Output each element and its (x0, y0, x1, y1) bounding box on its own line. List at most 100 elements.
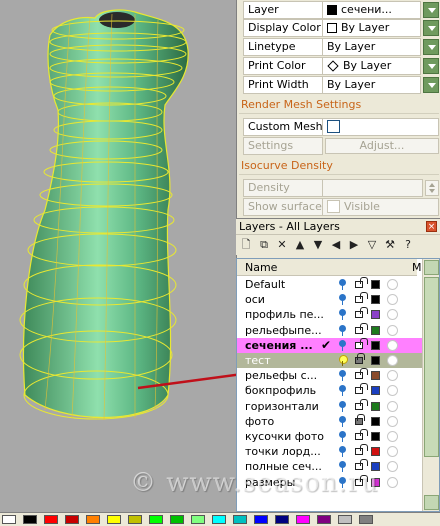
header-name[interactable]: Name (245, 261, 277, 274)
palette-swatch[interactable] (338, 515, 352, 524)
lock-icon[interactable] (355, 413, 365, 425)
chevron-down-icon[interactable] (423, 38, 439, 55)
adjust-button[interactable]: Adjust... (325, 137, 439, 154)
palette-swatch[interactable] (107, 515, 121, 524)
palette-swatch[interactable] (170, 515, 184, 524)
layer-color-swatch[interactable] (371, 371, 380, 381)
palette-swatch[interactable] (149, 515, 163, 524)
layer-row[interactable]: рельефыпе... (237, 322, 423, 338)
palette-swatch[interactable] (233, 515, 247, 524)
layer-color-swatch[interactable] (371, 447, 380, 457)
palette-swatch[interactable] (317, 515, 331, 524)
layer-row[interactable]: сечения ... ✔ (237, 337, 423, 353)
move-up-icon[interactable]: ▲ (294, 238, 306, 252)
visibility-bulb-icon[interactable] (339, 370, 346, 382)
print-color-circle[interactable] (387, 355, 398, 366)
palette-swatch[interactable] (44, 515, 58, 524)
prop-linetype-value[interactable]: By Layer (323, 37, 421, 56)
prop-linetype[interactable]: Linetype By Layer (243, 37, 439, 56)
chevron-down-icon[interactable] (423, 19, 439, 36)
visibility-bulb-icon[interactable] (339, 309, 346, 321)
tools-icon[interactable]: ⚒ (384, 238, 396, 252)
lock-icon[interactable] (355, 307, 368, 319)
layer-color-swatch[interactable] (371, 356, 380, 365)
chevron-down-icon[interactable] (423, 57, 439, 74)
layer-color-swatch[interactable] (371, 340, 380, 350)
new-sublayer-icon[interactable]: ⧉ (258, 238, 270, 252)
prop-print-color[interactable]: Print Color By Layer (243, 56, 439, 75)
lock-icon[interactable] (355, 322, 368, 334)
visibility-bulb-icon[interactable] (339, 279, 346, 290)
layer-row[interactable]: фото (237, 413, 423, 429)
visibility-bulb-icon[interactable] (339, 431, 346, 442)
layers-scrollbar[interactable] (422, 259, 439, 511)
perspective-viewport[interactable] (0, 0, 236, 512)
visibility-bulb-icon[interactable] (339, 355, 348, 366)
layer-row[interactable]: кусочки фото (237, 429, 423, 444)
prop-print-width-value[interactable]: By Layer (323, 75, 421, 94)
print-color-circle[interactable] (387, 339, 398, 351)
print-color-circle[interactable] (387, 385, 398, 397)
visibility-bulb-icon[interactable] (339, 415, 346, 427)
print-color-circle[interactable] (387, 370, 398, 382)
lock-icon[interactable] (355, 368, 368, 380)
visibility-bulb-icon[interactable] (339, 339, 346, 351)
move-out-icon[interactable]: ◀ (330, 238, 342, 252)
palette-swatch[interactable] (296, 515, 310, 524)
scroll-thumb[interactable] (424, 277, 439, 457)
scroll-up-button[interactable] (424, 260, 439, 275)
layer-color-swatch[interactable] (371, 310, 380, 320)
print-color-circle[interactable] (387, 294, 398, 306)
layer-row[interactable]: профиль пе... (237, 307, 423, 322)
palette-swatch[interactable] (86, 515, 100, 524)
palette-swatch[interactable] (212, 515, 226, 524)
palette-swatch[interactable] (359, 515, 373, 524)
print-color-circle[interactable] (387, 446, 398, 458)
visibility-bulb-icon[interactable] (339, 385, 346, 397)
print-color-circle[interactable] (387, 431, 398, 442)
scroll-down-button[interactable] (424, 495, 439, 510)
layer-color-swatch[interactable] (371, 325, 380, 335)
chevron-down-icon[interactable] (423, 1, 439, 18)
lock-icon[interactable] (355, 398, 368, 410)
layer-row[interactable]: точки лорд... (237, 444, 423, 459)
current-layer-check-icon[interactable]: ✔ (321, 338, 331, 353)
print-color-circle[interactable] (387, 324, 398, 336)
lock-icon[interactable] (355, 353, 365, 364)
layer-color-swatch[interactable] (371, 295, 380, 305)
prop-display-color[interactable]: Display Color By Layer (243, 18, 439, 37)
visible-checkbox[interactable] (327, 200, 340, 213)
print-color-circle[interactable] (387, 309, 398, 321)
layer-row[interactable]: Default (237, 277, 423, 292)
print-color-circle[interactable] (387, 279, 398, 290)
move-down-icon[interactable]: ▼ (312, 238, 324, 252)
layer-color-swatch[interactable] (371, 432, 380, 441)
layer-row[interactable]: оси (237, 292, 423, 307)
chevron-down-icon[interactable] (423, 76, 439, 93)
layer-color-swatch[interactable] (371, 416, 380, 426)
new-layer-icon[interactable]: 🗋 (240, 238, 252, 252)
palette-swatch[interactable] (2, 515, 16, 524)
layer-color-swatch[interactable] (371, 401, 380, 411)
move-in-icon[interactable]: ▶ (348, 238, 360, 252)
print-color-circle[interactable] (387, 415, 398, 427)
palette-swatch[interactable] (254, 515, 268, 524)
palette-swatch[interactable] (128, 515, 142, 524)
print-color-circle[interactable] (387, 400, 398, 412)
header-material[interactable]: M (412, 261, 422, 274)
lock-icon[interactable] (355, 337, 368, 349)
visibility-bulb-icon[interactable] (339, 294, 346, 306)
lock-icon[interactable] (355, 383, 368, 395)
layer-row[interactable]: рельефы с... (237, 368, 423, 383)
layer-color-swatch[interactable] (371, 386, 380, 396)
help-icon[interactable]: ? (402, 238, 414, 252)
lock-icon[interactable] (355, 429, 368, 440)
lock-icon[interactable] (355, 292, 368, 304)
custom-mesh-checkbox[interactable] (327, 120, 340, 133)
visibility-bulb-icon[interactable] (339, 324, 346, 336)
layer-row[interactable]: горизонтали (237, 398, 423, 414)
palette-swatch[interactable] (275, 515, 289, 524)
visibility-bulb-icon[interactable] (339, 400, 346, 412)
filter-icon[interactable]: ▽ (366, 238, 378, 252)
palette-swatch[interactable] (23, 515, 37, 524)
